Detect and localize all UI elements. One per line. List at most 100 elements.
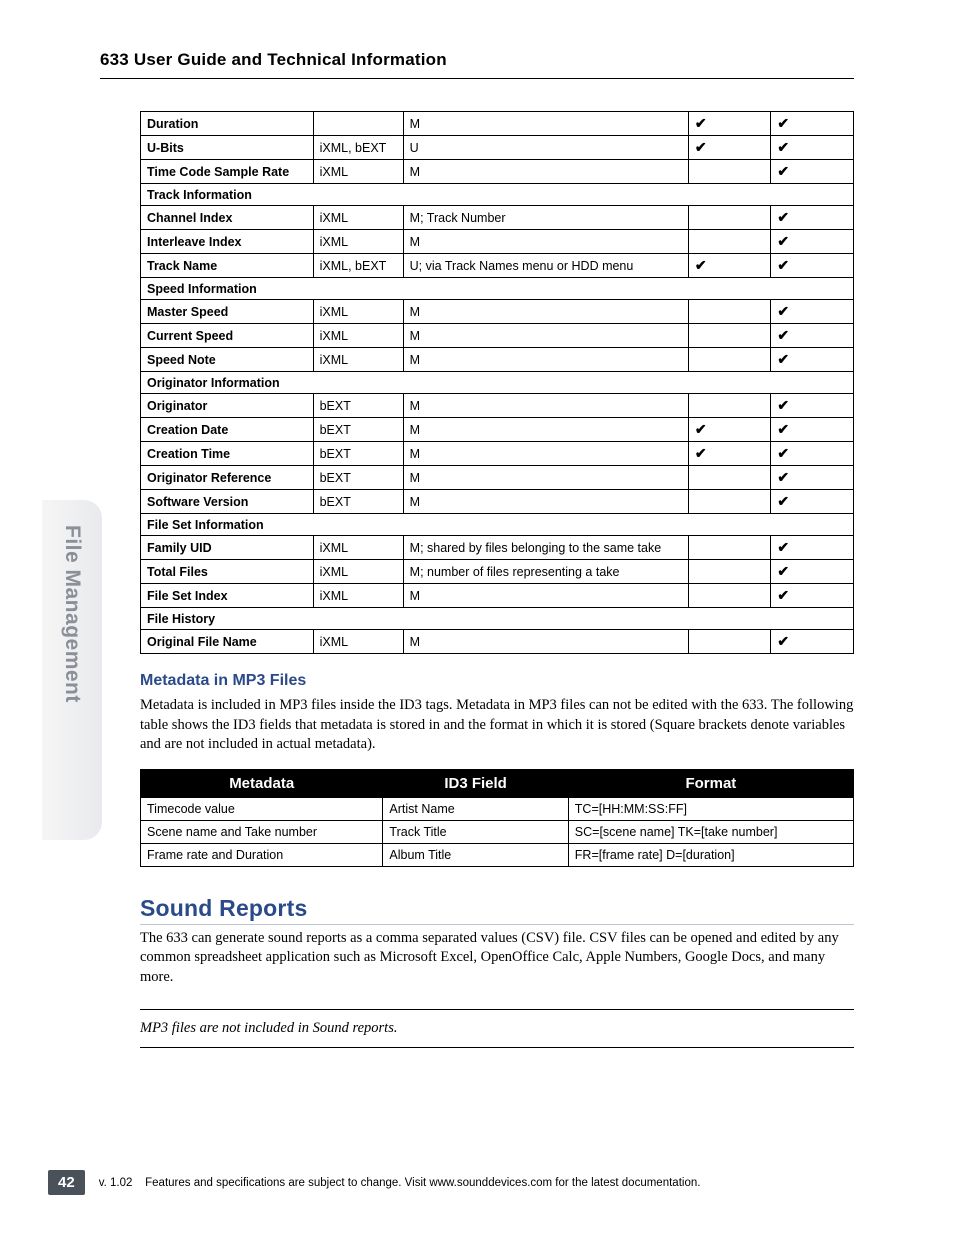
field-name-cell: Originator Reference	[141, 466, 314, 490]
chunk-cell: bEXT	[313, 394, 403, 418]
id3-header-metadata: Metadata	[141, 769, 383, 797]
footer-text: v. 1.02 Features and specifications are …	[99, 1177, 701, 1189]
field-name-cell: Software Version	[141, 490, 314, 514]
check-cell-2: ✔	[771, 394, 854, 418]
check-cell-1	[688, 560, 771, 584]
check-cell-1: ✔	[688, 112, 771, 136]
chunk-cell: iXML	[313, 584, 403, 608]
check-cell-1	[688, 490, 771, 514]
desc-cell: M; Track Number	[403, 206, 688, 230]
table-row: Interleave IndexiXMLM✔	[141, 230, 854, 254]
check-cell-1: ✔	[688, 442, 771, 466]
check-cell-2: ✔	[771, 466, 854, 490]
check-cell-2: ✔	[771, 136, 854, 160]
section-cell: Speed Information	[141, 278, 854, 300]
check-cell-2: ✔	[771, 206, 854, 230]
field-name-cell: Time Code Sample Rate	[141, 160, 314, 184]
field-name-cell: U-Bits	[141, 136, 314, 160]
table-row: U-BitsiXML, bEXTU✔✔	[141, 136, 854, 160]
desc-cell: M	[403, 442, 688, 466]
desc-cell: U	[403, 136, 688, 160]
check-cell-2: ✔	[771, 324, 854, 348]
table-row: Originator ReferencebEXTM✔	[141, 466, 854, 490]
field-name-cell: Track Name	[141, 254, 314, 278]
chunk-cell: iXML	[313, 348, 403, 372]
mp3-paragraph: Metadata is included in MP3 files inside…	[140, 696, 854, 755]
table-row: Creation TimebEXTM✔✔	[141, 442, 854, 466]
check-cell-1	[688, 394, 771, 418]
page-footer: 42 v. 1.02 Features and specifications a…	[48, 1170, 854, 1195]
check-cell-1	[688, 206, 771, 230]
table-row: File Set IndexiXMLM✔	[141, 584, 854, 608]
sound-reports-paragraph: The 633 can generate sound reports as a …	[140, 929, 854, 988]
desc-cell: M	[403, 324, 688, 348]
check-cell-1	[688, 584, 771, 608]
check-cell-2: ✔	[771, 630, 854, 654]
table-row: Frame rate and DurationAlbum TitleFR=[fr…	[141, 843, 854, 866]
check-cell-2: ✔	[771, 254, 854, 278]
table-row: Originator Information	[141, 372, 854, 394]
chunk-cell: iXML, bEXT	[313, 136, 403, 160]
desc-cell: U; via Track Names menu or HDD menu	[403, 254, 688, 278]
section-cell: Track Information	[141, 184, 854, 206]
chunk-cell: iXML	[313, 324, 403, 348]
desc-cell: M	[403, 300, 688, 324]
check-cell-2: ✔	[771, 112, 854, 136]
field-name-cell: Creation Date	[141, 418, 314, 442]
check-cell-2: ✔	[771, 160, 854, 184]
field-name-cell: Current Speed	[141, 324, 314, 348]
section-cell: File Set Information	[141, 514, 854, 536]
chunk-cell: iXML, bEXT	[313, 254, 403, 278]
table-row: Creation DatebEXTM✔✔	[141, 418, 854, 442]
footer-note: Features and specifications are subject …	[145, 1177, 700, 1189]
table-row: DurationM✔✔	[141, 112, 854, 136]
id3-format-cell: SC=[scene name] TK=[take number]	[568, 820, 853, 843]
check-cell-2: ✔	[771, 490, 854, 514]
id3-table: Metadata ID3 Field Format Timecode value…	[140, 769, 854, 867]
table-row: Time Code Sample RateiXMLM✔	[141, 160, 854, 184]
field-name-cell: Interleave Index	[141, 230, 314, 254]
check-cell-1	[688, 160, 771, 184]
field-name-cell: Family UID	[141, 536, 314, 560]
id3-field-cell: Artist Name	[383, 797, 568, 820]
field-name-cell: Original File Name	[141, 630, 314, 654]
field-name-cell: Master Speed	[141, 300, 314, 324]
desc-cell: M	[403, 394, 688, 418]
desc-cell: M	[403, 160, 688, 184]
field-name-cell: Creation Time	[141, 442, 314, 466]
table-row: Scene name and Take numberTrack TitleSC=…	[141, 820, 854, 843]
check-cell-1	[688, 536, 771, 560]
sound-reports-heading: Sound Reports	[140, 895, 854, 925]
table-row: File Set Information	[141, 514, 854, 536]
id3-header-format: Format	[568, 769, 853, 797]
desc-cell: M	[403, 630, 688, 654]
field-name-cell: Duration	[141, 112, 314, 136]
chunk-cell: bEXT	[313, 442, 403, 466]
field-name-cell: Total Files	[141, 560, 314, 584]
check-cell-1	[688, 324, 771, 348]
check-cell-2: ✔	[771, 584, 854, 608]
page-header: 633 User Guide and Technical Information	[100, 50, 854, 79]
table-row: Track Information	[141, 184, 854, 206]
check-cell-2: ✔	[771, 230, 854, 254]
desc-cell: M; shared by files belonging to the same…	[403, 536, 688, 560]
desc-cell: M	[403, 466, 688, 490]
table-row: Family UIDiXMLM; shared by files belongi…	[141, 536, 854, 560]
table-row: Total FilesiXMLM; number of files repres…	[141, 560, 854, 584]
desc-cell: M	[403, 348, 688, 372]
chunk-cell: iXML	[313, 230, 403, 254]
check-cell-2: ✔	[771, 560, 854, 584]
chunk-cell: iXML	[313, 300, 403, 324]
chunk-cell	[313, 112, 403, 136]
chunk-cell: iXML	[313, 206, 403, 230]
id3-header-field: ID3 Field	[383, 769, 568, 797]
check-cell-1: ✔	[688, 418, 771, 442]
table-row: Software VersionbEXTM✔	[141, 490, 854, 514]
id3-format-cell: TC=[HH:MM:SS:FF]	[568, 797, 853, 820]
chunk-cell: iXML	[313, 536, 403, 560]
metadata-table: DurationM✔✔U-BitsiXML, bEXTU✔✔Time Code …	[140, 111, 854, 654]
table-row: Track NameiXML, bEXTU; via Track Names m…	[141, 254, 854, 278]
table-row: Timecode valueArtist NameTC=[HH:MM:SS:FF…	[141, 797, 854, 820]
chunk-cell: bEXT	[313, 418, 403, 442]
desc-cell: M; number of files representing a take	[403, 560, 688, 584]
